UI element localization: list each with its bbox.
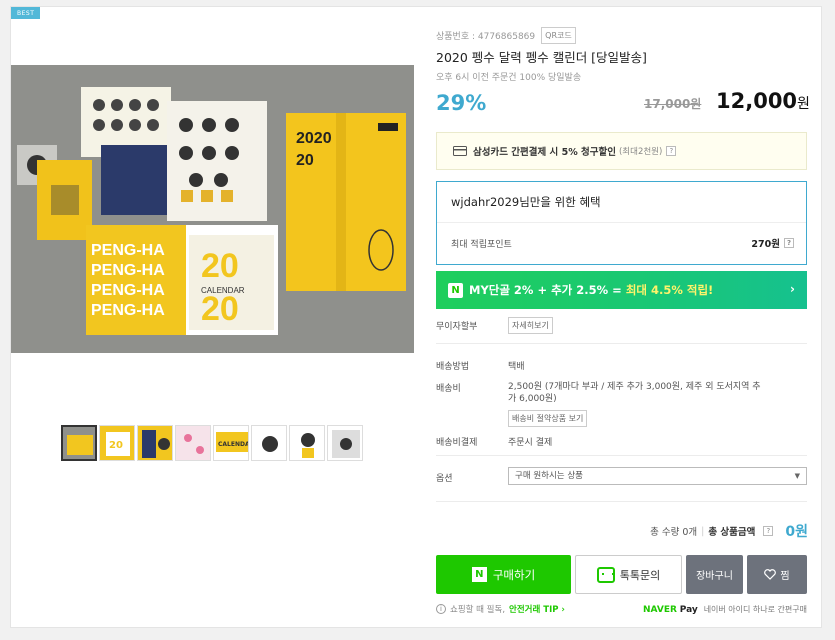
- interest-free-detail-button[interactable]: 자세히보기: [508, 317, 553, 334]
- card-promo-box: 삼성카드 간편결제 시 5% 청구할인 (최대2천원) ?: [436, 132, 807, 170]
- divider: [436, 455, 807, 456]
- safe-trade-tip-link[interactable]: 안전거래 TIP ›: [509, 603, 565, 615]
- action-buttons: N 구매하기 톡톡문의 장바구니 찜: [436, 555, 807, 594]
- svg-text:20: 20: [296, 152, 314, 169]
- ship-fee-value-line2: 가 6,000원): [508, 394, 557, 404]
- buy-button-label: 구매하기: [492, 567, 536, 582]
- svg-text:20: 20: [109, 440, 123, 451]
- ship-pay-value: 주문시 결제: [508, 438, 553, 448]
- best-badge: BEST: [11, 7, 41, 19]
- thumbnail[interactable]: CALENDAR: [213, 425, 249, 461]
- help-icon[interactable]: ?: [666, 146, 677, 156]
- total-amount-value: 0원: [785, 524, 808, 540]
- svg-text:PENG-HA: PENG-HA: [91, 302, 165, 319]
- footer-info: 쇼핑할 때 필독,: [450, 605, 506, 615]
- svg-text:20: 20: [201, 290, 239, 328]
- svg-text:20: 20: [201, 247, 239, 285]
- safe-trade-tip-text: 안전거래 TIP: [509, 605, 559, 615]
- divider: [436, 343, 807, 344]
- sale-price-currency: 원: [797, 96, 810, 112]
- talk-button-label: 톡톡문의: [619, 568, 661, 582]
- ship-method-label: 배송방법: [436, 362, 470, 372]
- sale-price: 12,000원: [716, 89, 810, 113]
- product-photo: PENG-HA PENG-HA PENG-HA PENG-HA 20 20 CA…: [11, 65, 414, 353]
- svg-text:CALENDAR: CALENDAR: [218, 441, 249, 448]
- ship-pay-label: 배송비결제: [436, 438, 478, 448]
- option-label: 옵션: [436, 474, 453, 484]
- card-promo-sub: (최대2천원): [618, 147, 663, 157]
- benefit-title: wjdahr2029님만을 위한 혜택: [451, 195, 601, 209]
- benefit-divider: [437, 222, 806, 223]
- chevron-down-icon: ▼: [794, 472, 800, 480]
- svg-text:2020: 2020: [296, 130, 332, 147]
- chevron-right-icon: ›: [790, 282, 795, 296]
- thumbnail[interactable]: [175, 425, 211, 461]
- separator: |: [701, 525, 705, 537]
- svg-text:PENG-HA: PENG-HA: [91, 242, 165, 259]
- interest-free-label: 무이자할부: [436, 322, 478, 332]
- thumbnail[interactable]: [327, 425, 363, 461]
- thumbnail[interactable]: [251, 425, 287, 461]
- my-banner-highlight: 최대 4.5% 적립!: [625, 283, 714, 297]
- talktalk-icon: [596, 566, 615, 583]
- total-summary: 총 수량 0개 | 총 상품금액 ? 0원: [650, 521, 808, 541]
- benefit-box: wjdahr2029님만을 위한 혜택 최대 적립포인트 270원?: [436, 181, 807, 265]
- my-dangol-banner[interactable]: N MY단골 2% + 추가 2.5% = 최대 4.5% 적립! ›: [436, 271, 807, 309]
- product-number: 상품번호 : 4776865869 QR코드: [436, 27, 576, 44]
- product-number-text: 상품번호 : 4776865869: [436, 32, 536, 42]
- naver-n-icon: N: [448, 282, 463, 298]
- product-title: 2020 펭수 달력 펭수 캘린더 [당일발송]: [436, 50, 647, 65]
- footer-line: i 쇼핑할 때 필독, 안전거래 TIP › NAVER Pay 네이버 아이디…: [436, 603, 807, 615]
- thumbnail[interactable]: [61, 425, 97, 461]
- help-icon[interactable]: ?: [763, 526, 774, 536]
- option-placeholder: 구매 원하시는 상품: [515, 471, 583, 481]
- original-price: 17,000원: [644, 97, 702, 111]
- option-select[interactable]: 구매 원하시는 상품 ▼: [508, 467, 807, 485]
- max-point-label: 최대 적립포인트: [451, 240, 512, 250]
- info-icon: i: [436, 604, 446, 614]
- divider: [436, 501, 807, 502]
- buy-button[interactable]: N 구매하기: [436, 555, 571, 594]
- my-banner-text: MY단골 2% + 추가 2.5% =: [469, 283, 622, 297]
- card-promo-label: 삼성카드 간편결제 시 5% 청구할인: [473, 147, 616, 158]
- thumbnail[interactable]: [137, 425, 173, 461]
- help-icon[interactable]: ?: [784, 238, 794, 248]
- credit-card-icon: [453, 146, 467, 156]
- svg-text:PENG-HA: PENG-HA: [91, 282, 165, 299]
- discount-rate: 29%: [436, 91, 487, 115]
- naver-logo: NAVER: [642, 604, 677, 615]
- product-page: BEST PENG-HA PENG-HA PENG-HA PENG-HA 20 …: [10, 6, 822, 628]
- sale-price-value: 12,000: [716, 89, 798, 113]
- bundle-saving-button[interactable]: 배송비 절약상품 보기: [508, 410, 588, 427]
- ship-fee-value-line1: 2,500원 (7개마다 부과 / 제주 추가 3,000원, 제주 외 도서지…: [508, 382, 761, 392]
- max-point-amount: 270원: [751, 239, 780, 250]
- shipping-note: 오후 6시 이전 주문건 100% 당일발송: [436, 73, 582, 83]
- wish-button[interactable]: 찜: [747, 555, 807, 594]
- talk-inquiry-button[interactable]: 톡톡문의: [575, 555, 682, 594]
- total-qty: 총 수량 0개: [650, 527, 698, 538]
- svg-text:CALENDAR: CALENDAR: [201, 286, 245, 295]
- pay-logo: Pay: [679, 604, 698, 615]
- heart-icon: [764, 569, 777, 580]
- thumbnail[interactable]: 20: [99, 425, 135, 461]
- thumbnail[interactable]: [289, 425, 325, 461]
- naver-n-icon: N: [471, 567, 487, 582]
- qr-code-button[interactable]: QR코드: [541, 27, 576, 44]
- product-main-image[interactable]: PENG-HA PENG-HA PENG-HA PENG-HA 20 20 CA…: [11, 65, 414, 353]
- ship-fee-value: 2,500원 (7개마다 부과 / 제주 추가 3,000원, 제주 외 도서지…: [508, 381, 807, 405]
- svg-text:PENG-HA: PENG-HA: [91, 262, 165, 279]
- total-amount-label: 총 상품금액: [708, 527, 756, 538]
- cart-button[interactable]: 장바구니: [686, 555, 743, 594]
- thumbnail-strip: 20 CALENDAR: [61, 425, 363, 461]
- max-point-value: 270원?: [751, 236, 794, 250]
- ship-fee-label: 배송비: [436, 384, 461, 394]
- wish-button-label: 찜: [780, 571, 790, 582]
- naver-pay-desc: 네이버 아이디 하나로 간편구매: [703, 604, 807, 614]
- naver-pay-info: NAVER Pay 네이버 아이디 하나로 간편구매: [643, 604, 807, 615]
- ship-method-value: 택배: [508, 362, 525, 372]
